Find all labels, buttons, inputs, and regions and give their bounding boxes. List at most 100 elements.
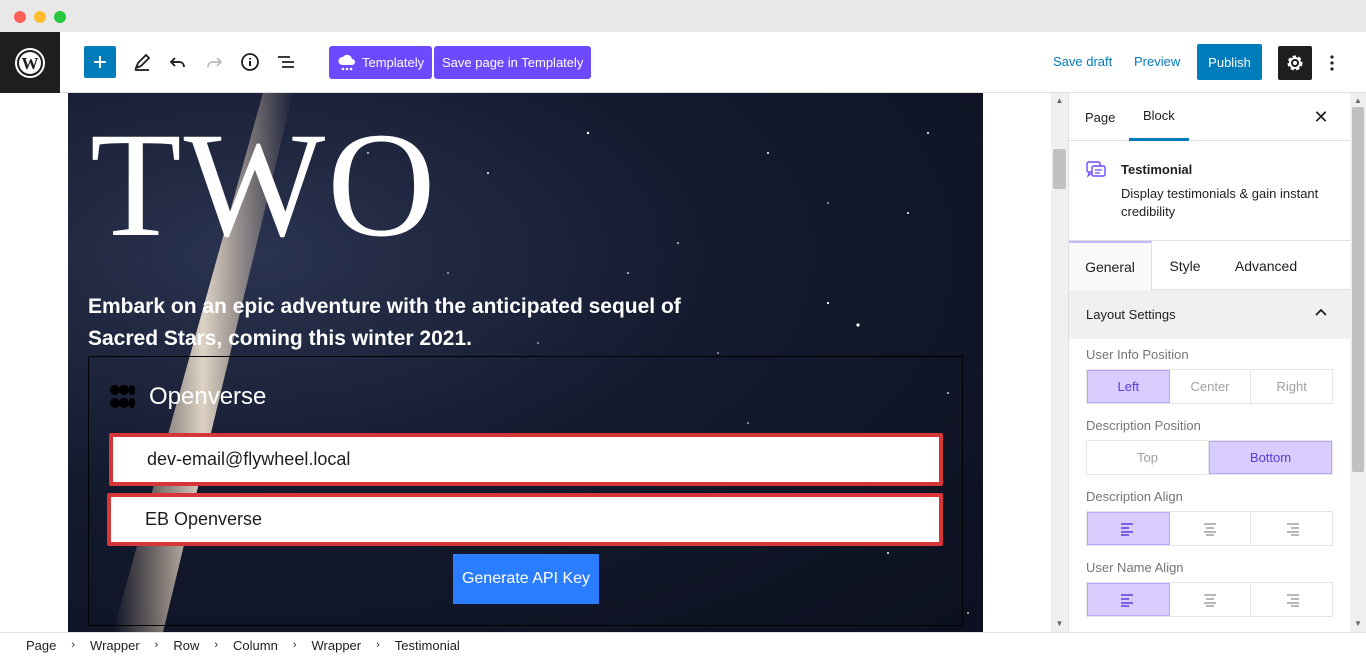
email-field[interactable]: dev-email@flywheel.local — [109, 433, 943, 486]
user-info-left-button[interactable]: Left — [1087, 370, 1170, 403]
save-in-templately-button[interactable]: Save page in Templately — [434, 46, 592, 79]
chevron-right-icon: › — [71, 639, 76, 651]
edit-tool-button[interactable] — [126, 46, 158, 78]
save-templately-label: Save page in Templately — [442, 55, 584, 70]
templately-cloud-icon — [338, 54, 355, 70]
testimonial-icon — [1085, 159, 1107, 186]
hero-section[interactable]: TWO Embark on an epic adventure with the… — [68, 93, 983, 632]
breadcrumb-item[interactable]: Column — [233, 638, 278, 653]
close-icon[interactable]: ✕ — [1311, 107, 1331, 127]
align-center-icon — [1204, 593, 1216, 607]
user-name-align-group — [1086, 582, 1333, 617]
templately-label: Templately — [362, 55, 425, 70]
layout-settings-panel-header[interactable]: Layout Settings — [1069, 290, 1350, 339]
more-options-button[interactable] — [1322, 46, 1342, 80]
undo-icon — [169, 57, 185, 68]
wordpress-logo-icon[interactable]: W — [0, 32, 60, 93]
save-draft-button[interactable]: Save draft — [1053, 54, 1112, 69]
description-align-left-button[interactable] — [1087, 512, 1170, 545]
align-right-icon — [1286, 593, 1299, 607]
minimize-window-button[interactable] — [34, 11, 46, 23]
canvas-scroll-thumb[interactable] — [1053, 149, 1066, 189]
editor-toolbar: W Templately Save page in Templately Sav… — [0, 32, 1366, 93]
openverse-logo-icon — [110, 385, 135, 408]
title-bar — [0, 0, 1366, 32]
user-info-center-button[interactable]: Center — [1169, 370, 1252, 403]
block-description: Display testimonials & gain instant cred… — [1121, 186, 1319, 219]
gear-icon — [1287, 55, 1303, 71]
add-block-button[interactable] — [84, 46, 116, 78]
align-right-icon — [1286, 522, 1299, 536]
description-position-label: Description Position — [1086, 418, 1201, 433]
breadcrumb-item-current: Testimonial — [394, 637, 460, 653]
align-left-icon — [1121, 522, 1134, 536]
breadcrumb-item[interactable]: Row — [173, 638, 199, 653]
align-left-icon — [1121, 593, 1134, 607]
settings-button[interactable] — [1278, 46, 1312, 80]
canvas-scrollbar[interactable]: ▲ ▼ — [1051, 93, 1068, 632]
testimonial-block[interactable]: Openverse dev-email@flywheel.local EB Op… — [88, 356, 963, 626]
block-name: Testimonial — [1121, 162, 1193, 177]
sidebar-tabs: Page Block ✕ — [1069, 93, 1350, 141]
scroll-down-arrow-icon[interactable]: ▼ — [1051, 616, 1068, 630]
preview-button[interactable]: Preview — [1134, 54, 1180, 69]
undo-button[interactable] — [162, 46, 194, 78]
plus-icon — [94, 56, 106, 68]
user-info-position-label: User Info Position — [1086, 347, 1189, 362]
info-icon — [241, 53, 259, 71]
tab-block[interactable]: Block — [1129, 93, 1189, 141]
tab-general[interactable]: General — [1069, 241, 1152, 290]
maximize-window-button[interactable] — [54, 11, 66, 23]
tab-style[interactable]: Style — [1152, 241, 1218, 290]
user-info-right-button[interactable]: Right — [1251, 370, 1333, 403]
app-window: W Templately Save page in Templately Sav… — [0, 0, 1366, 657]
description-align-center-button[interactable] — [1169, 512, 1252, 545]
description-align-group — [1086, 511, 1333, 546]
vertical-ellipsis-icon — [1330, 55, 1334, 71]
user-name-align-left-button[interactable] — [1087, 583, 1170, 616]
sidebar-scroll-thumb[interactable] — [1352, 107, 1364, 472]
breadcrumb-item[interactable]: Page — [26, 638, 56, 653]
editor-canvas: TWO Embark on an epic adventure with the… — [0, 93, 1068, 632]
chevron-right-icon: › — [292, 639, 297, 651]
align-center-icon — [1204, 522, 1216, 536]
user-name-align-center-button[interactable] — [1169, 583, 1252, 616]
breadcrumb-item[interactable]: Wrapper — [312, 638, 362, 653]
svg-text:W: W — [22, 54, 39, 73]
redo-button[interactable] — [198, 46, 230, 78]
description-align-right-button[interactable] — [1251, 512, 1333, 545]
pencil-icon — [134, 53, 151, 71]
description-bottom-button[interactable]: Bottom — [1209, 441, 1332, 474]
name-field[interactable]: EB Openverse — [107, 493, 943, 546]
sidebar-scroll-down-arrow-icon[interactable]: ▼ — [1350, 616, 1366, 630]
breadcrumb-item[interactable]: Wrapper — [90, 638, 140, 653]
scroll-up-arrow-icon[interactable]: ▲ — [1051, 93, 1068, 107]
block-sub-tabs: General Style Advanced — [1069, 241, 1350, 290]
description-top-button[interactable]: Top — [1087, 441, 1209, 474]
publish-button[interactable]: Publish — [1197, 44, 1262, 80]
openverse-name: Openverse — [149, 383, 267, 410]
chevron-right-icon: › — [214, 639, 219, 651]
sidebar-scrollbar[interactable]: ▲ ▼ — [1350, 93, 1366, 632]
sidebar-scroll-up-arrow-icon[interactable]: ▲ — [1350, 93, 1366, 107]
details-button[interactable] — [234, 46, 266, 78]
tab-page[interactable]: Page — [1085, 93, 1115, 141]
tab-advanced[interactable]: Advanced — [1218, 241, 1314, 290]
list-view-button[interactable] — [270, 46, 302, 78]
templately-button[interactable]: Templately — [329, 46, 433, 79]
user-name-align-right-button[interactable] — [1251, 583, 1333, 616]
openverse-brand: Openverse — [109, 383, 266, 411]
user-info-position-group: Left Center Right — [1086, 369, 1333, 404]
hero-subtitle[interactable]: Embark on an epic adventure with the ant… — [88, 291, 728, 355]
redo-icon — [207, 57, 223, 68]
settings-sidebar: Page Block ✕ Testimonial Display testimo… — [1068, 93, 1350, 632]
panel-title: Layout Settings — [1086, 307, 1176, 322]
block-breadcrumb: Page › Wrapper › Row › Column › Wrapper … — [0, 632, 1366, 657]
description-position-group: Top Bottom — [1086, 440, 1333, 475]
close-window-button[interactable] — [14, 11, 26, 23]
hero-title[interactable]: TWO — [90, 103, 438, 268]
user-name-align-label: User Name Align — [1086, 560, 1184, 575]
chevron-up-icon — [1315, 308, 1327, 316]
generate-api-key-button[interactable]: Generate API Key — [453, 554, 599, 604]
description-align-label: Description Align — [1086, 489, 1183, 504]
